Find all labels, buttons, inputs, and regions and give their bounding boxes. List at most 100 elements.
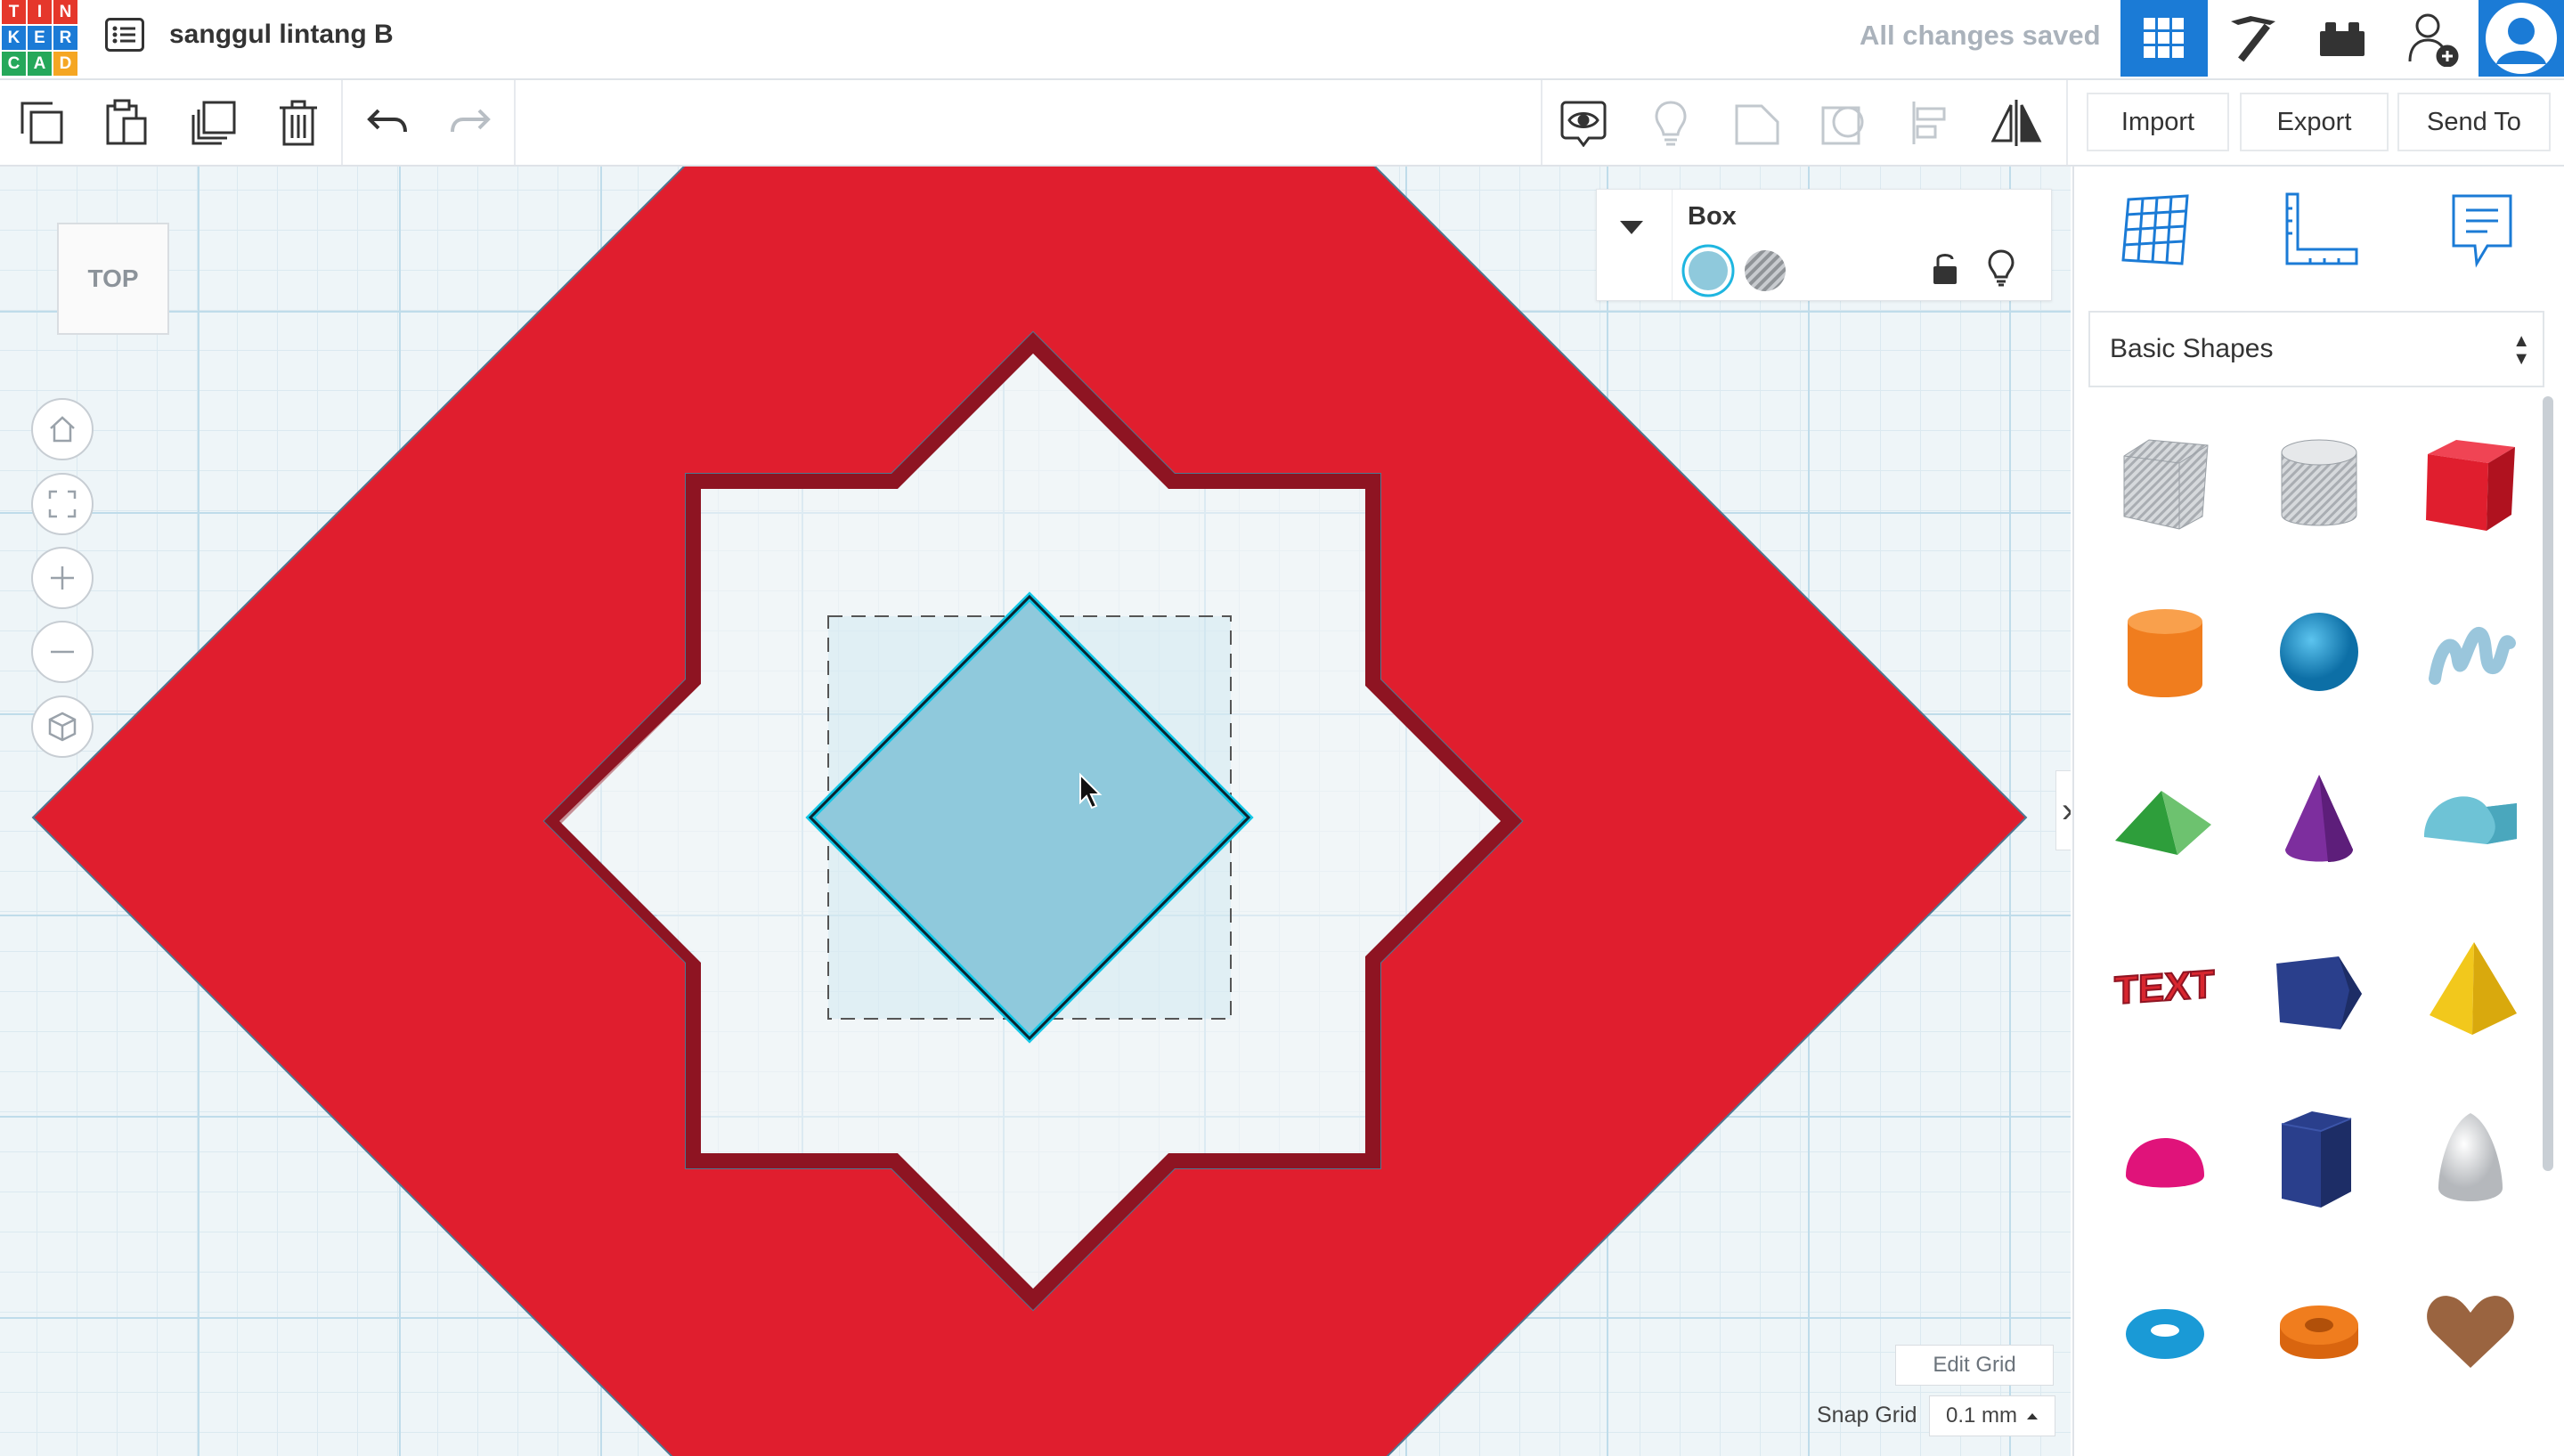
shape-torus[interactable] — [2098, 1262, 2232, 1395]
toolbar-separator — [514, 80, 516, 165]
plus-icon — [51, 566, 74, 590]
align-button[interactable] — [1903, 96, 1957, 150]
roof-icon — [2115, 791, 2211, 855]
ungroup-icon — [1821, 106, 1864, 145]
shape-half-sphere[interactable] — [2098, 1093, 2232, 1226]
ungroup-button[interactable] — [1817, 96, 1870, 150]
duplicate-icon — [191, 101, 236, 145]
import-button[interactable]: Import — [2087, 93, 2229, 151]
zoom-in-button[interactable] — [31, 547, 94, 609]
delete-button[interactable] — [272, 96, 325, 150]
perspective-cube-icon — [48, 712, 77, 742]
chevron-down-icon — [1620, 221, 1643, 234]
shape-cylinder[interactable] — [2098, 585, 2232, 719]
mirror-button[interactable] — [1990, 96, 2043, 150]
cone-icon — [2285, 775, 2353, 862]
solid-color-swatch[interactable] — [1681, 243, 1736, 303]
cylinder-icon — [2128, 609, 2202, 697]
toolbar-separator — [2066, 80, 2068, 165]
hide-button[interactable] — [1644, 96, 1697, 150]
view-cube[interactable]: TOP — [57, 223, 169, 335]
minecraft-button[interactable] — [2210, 0, 2297, 77]
inspector-collapse-button[interactable] — [1618, 218, 1645, 240]
logo-letter: C — [2, 52, 26, 76]
copy-icon — [20, 102, 63, 144]
avatar-icon — [2486, 3, 2557, 74]
snap-grid-label: Snap Grid — [1817, 1403, 1917, 1428]
visibility-button[interactable] — [1987, 248, 2015, 292]
notes-tab[interactable] — [2438, 186, 2527, 275]
export-button[interactable]: Export — [2240, 93, 2389, 151]
fit-view-button[interactable] — [31, 473, 94, 535]
add-user-icon — [2408, 13, 2459, 67]
lock-button[interactable] — [1930, 250, 1960, 292]
shape-paraboloid[interactable] — [2404, 1093, 2537, 1226]
show-all-icon — [1560, 101, 1607, 147]
shape-round-roof[interactable] — [2404, 754, 2537, 888]
shape-category-select[interactable]: Basic Shapes ▲ ▼ — [2088, 311, 2544, 387]
paste-button[interactable] — [100, 96, 153, 150]
hole-swatch[interactable] — [1743, 248, 1787, 297]
scribble-icon — [2429, 626, 2516, 685]
shape-heart[interactable] — [2404, 1262, 2537, 1395]
solid-swatch-icon — [1681, 244, 1735, 297]
shape-pyramid[interactable] — [2404, 923, 2537, 1057]
undo-icon — [367, 109, 407, 133]
bricks-button[interactable] — [2299, 0, 2386, 77]
design-list-button[interactable] — [102, 16, 147, 53]
mirror-icon — [1990, 100, 2042, 146]
toolbar-separator — [341, 80, 343, 165]
panel-toggle-button[interactable]: › — [2055, 770, 2071, 850]
heart-icon — [2427, 1296, 2514, 1368]
edit-grid-button[interactable]: Edit Grid — [1895, 1345, 2054, 1386]
home-view-button[interactable] — [31, 398, 94, 460]
copy-button[interactable] — [15, 96, 69, 150]
shape-box[interactable] — [2404, 416, 2537, 549]
shape-sphere[interactable] — [2252, 585, 2386, 719]
duplicate-button[interactable] — [187, 96, 240, 150]
cylinder-hole-icon — [2281, 439, 2357, 526]
shapes-panel: Basic Shapes ▲ ▼ TEXT — [2072, 167, 2564, 1456]
tinkercad-logo[interactable]: TIN KER CAD — [2, 0, 80, 76]
design-title[interactable]: sanggul lintang B — [169, 20, 394, 50]
visibility-bulb-icon — [1988, 249, 2015, 287]
send-to-button[interactable]: Send To — [2397, 93, 2551, 151]
invite-user-button[interactable] — [2389, 0, 2477, 77]
workplane[interactable]: TOP Box › Edit Grid Snap Grid — [0, 167, 2071, 1456]
undo-button[interactable] — [361, 96, 414, 150]
shape-polygon-prism[interactable] — [2252, 923, 2386, 1057]
workplane-grid-tab[interactable] — [2110, 186, 2199, 275]
list-icon — [105, 18, 144, 52]
shape-roof[interactable] — [2098, 754, 2232, 888]
redo-icon — [451, 109, 491, 133]
shape-scribble[interactable] — [2404, 585, 2537, 719]
shape-tube[interactable] — [2252, 1262, 2386, 1395]
text-shape-label: TEXT — [2114, 963, 2215, 1013]
shape-text[interactable]: TEXT — [2098, 923, 2232, 1057]
ruler-icon — [2285, 192, 2358, 265]
home-icon — [50, 416, 75, 443]
perspective-toggle-button[interactable] — [31, 695, 94, 758]
shape-cone[interactable] — [2252, 754, 2386, 888]
logo-letter: R — [53, 26, 77, 50]
pyramid-icon — [2430, 942, 2517, 1035]
shape-box-hole[interactable] — [2098, 416, 2232, 549]
minus-icon — [51, 650, 74, 654]
show-all-button[interactable] — [1557, 96, 1610, 150]
shape-hexagonal-prism[interactable] — [2252, 1093, 2386, 1226]
fit-view-icon — [48, 490, 77, 518]
logo-letter: D — [53, 52, 77, 76]
pickaxe-icon — [2231, 16, 2275, 62]
box-hole-icon — [2123, 439, 2209, 530]
group-button[interactable] — [1730, 96, 1784, 150]
avatar[interactable] — [2479, 0, 2564, 77]
zoom-out-button[interactable] — [31, 621, 94, 683]
ruler-tab[interactable] — [2275, 186, 2365, 275]
redo-button[interactable] — [444, 96, 497, 150]
round-roof-icon — [2424, 796, 2517, 844]
shape-cylinder-hole[interactable] — [2252, 416, 2386, 549]
grid-view-button[interactable] — [2120, 0, 2208, 77]
logo-letter: I — [28, 0, 52, 24]
snap-grid-select[interactable]: 0.1 mm — [1929, 1395, 2055, 1436]
panel-scrollbar[interactable] — [2543, 396, 2553, 1171]
